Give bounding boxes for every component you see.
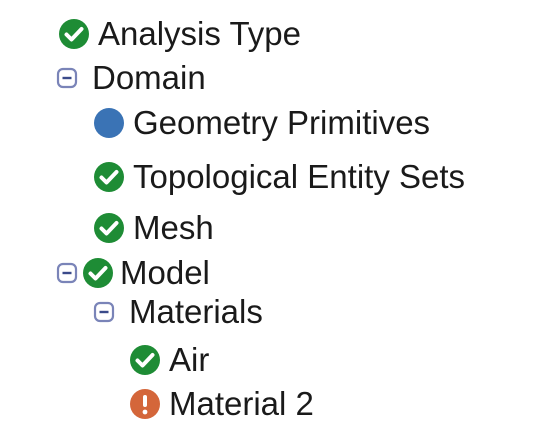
check-circle-icon <box>58 18 90 50</box>
check-circle-icon <box>82 257 114 289</box>
collapse-icon[interactable] <box>56 262 78 284</box>
tree-item-material-2[interactable]: Material 2 <box>129 382 314 426</box>
tree-item-topological-entity-sets[interactable]: Topological Entity Sets <box>93 155 465 199</box>
tree-item-label: Mesh <box>133 209 214 246</box>
tree-item-domain[interactable]: Domain <box>56 56 206 100</box>
tree-item-label: Air <box>169 341 210 378</box>
tree-item-label: Geometry Primitives <box>133 104 431 141</box>
blue-dot-icon <box>93 107 125 139</box>
tree-item-air[interactable]: Air <box>129 338 209 382</box>
check-circle-icon <box>129 344 161 376</box>
tree-item-label: Model <box>120 254 210 291</box>
tree-item-label: Domain <box>92 59 206 96</box>
tree-item-geometry-primitives[interactable]: Geometry Primitives <box>93 101 430 145</box>
tree-item-label: Topological Entity Sets <box>133 158 466 195</box>
tree-item-materials[interactable]: Materials <box>93 290 263 334</box>
tree-item-label: Analysis Type <box>98 15 301 52</box>
tree-item-model[interactable]: Model <box>56 251 210 295</box>
tree-item-analysis-type[interactable]: Analysis Type <box>58 12 301 56</box>
tree-item-label: Material 2 <box>169 385 314 422</box>
collapse-icon[interactable] <box>93 301 115 323</box>
tree-item-mesh[interactable]: Mesh <box>93 206 214 250</box>
tree-item-label: Materials <box>129 293 263 330</box>
check-circle-icon <box>93 161 125 193</box>
model-tree: Analysis Type Domain Geometry Primitives <box>0 0 554 422</box>
collapse-icon[interactable] <box>56 67 78 89</box>
warning-circle-icon <box>129 388 161 420</box>
check-circle-icon <box>93 212 125 244</box>
